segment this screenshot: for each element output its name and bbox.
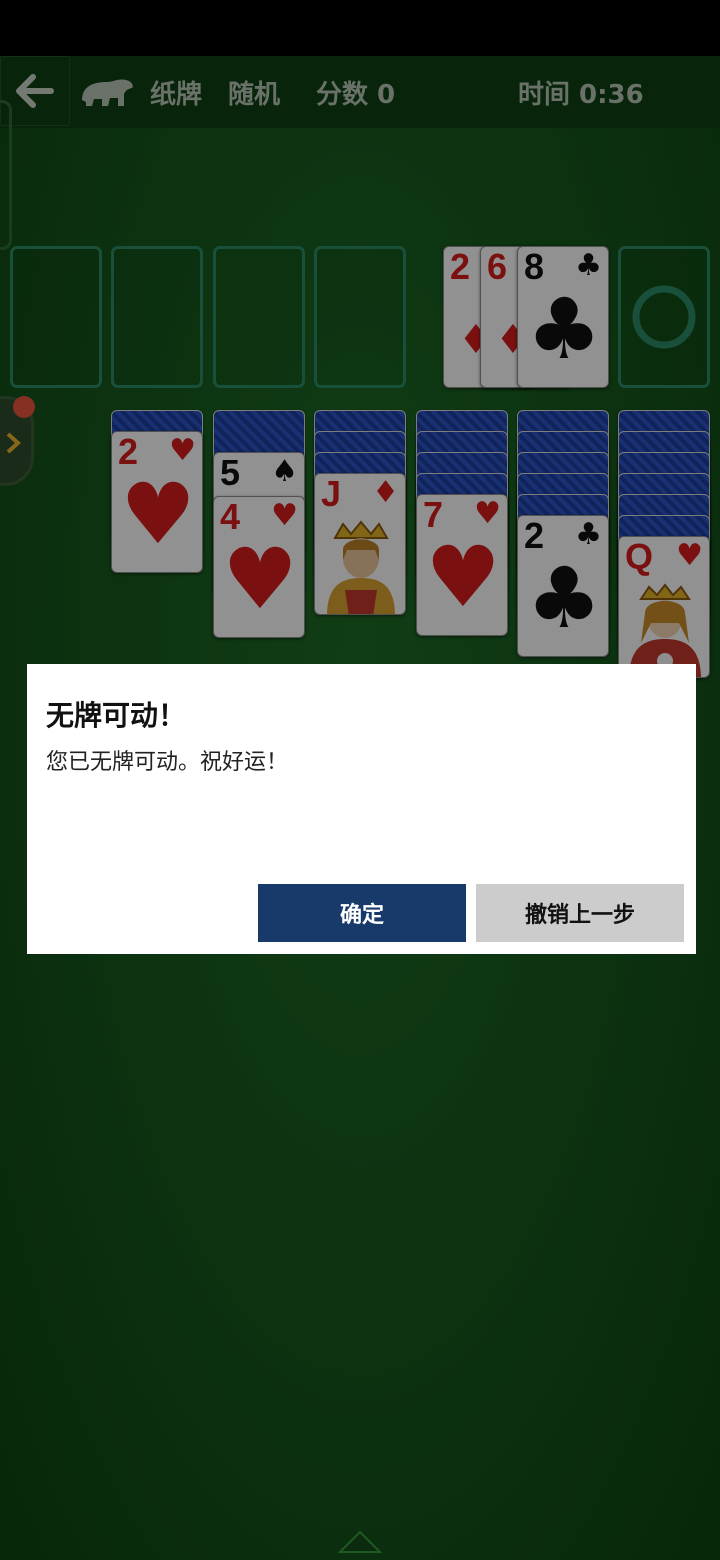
- chevron-up-icon[interactable]: [338, 1528, 382, 1554]
- ok-button[interactable]: 确定: [258, 884, 466, 942]
- undo-button[interactable]: 撤销上一步: [476, 884, 684, 942]
- no-moves-dialog: 无牌可动！ 您已无牌可动。祝好运！ 确定 撤销上一步: [27, 664, 696, 954]
- dialog-message: 您已无牌可动。祝好运！: [46, 750, 289, 775]
- dialog-title: 无牌可动！: [46, 699, 187, 732]
